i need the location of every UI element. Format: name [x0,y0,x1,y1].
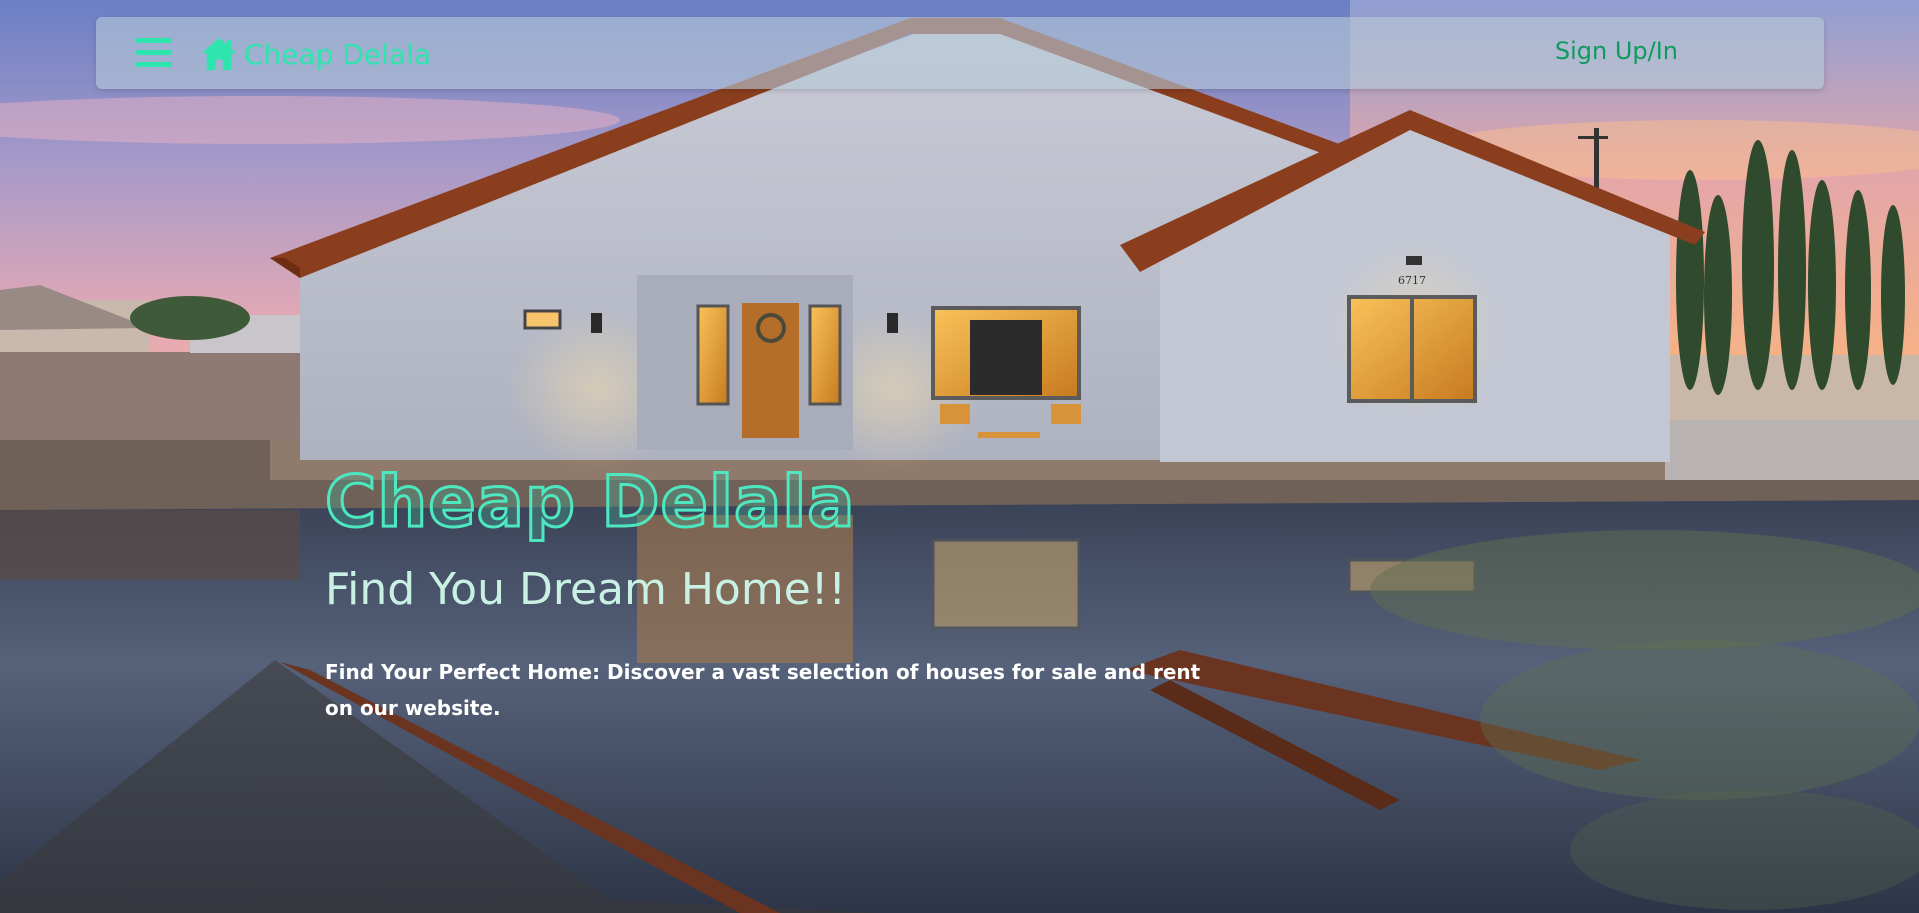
sign-up-in-link[interactable]: Sign Up/In [1555,37,1678,65]
hero-description: Find Your Perfect Home: Discover a vast … [325,660,1201,720]
house-number: 6717 [1398,274,1426,287]
hero-background-image: 6717 [0,0,1919,913]
hero-section: 6717 Cheap Delala Sign Up/In Cheap Delal… [0,0,1919,913]
hero-title: Cheap Delala [324,461,856,544]
hero-content: Cheap Delala Find You Dream Home!! Find … [324,461,1225,726]
top-navbar: Cheap Delala Sign Up/In [96,17,1824,89]
brand-name: Cheap Delala [244,37,432,71]
brand-link[interactable]: Cheap Delala [200,35,431,73]
home-icon [201,37,237,71]
hamburger-menu-icon[interactable] [136,37,172,69]
hero-subtitle: Find You Dream Home!! [325,564,847,615]
